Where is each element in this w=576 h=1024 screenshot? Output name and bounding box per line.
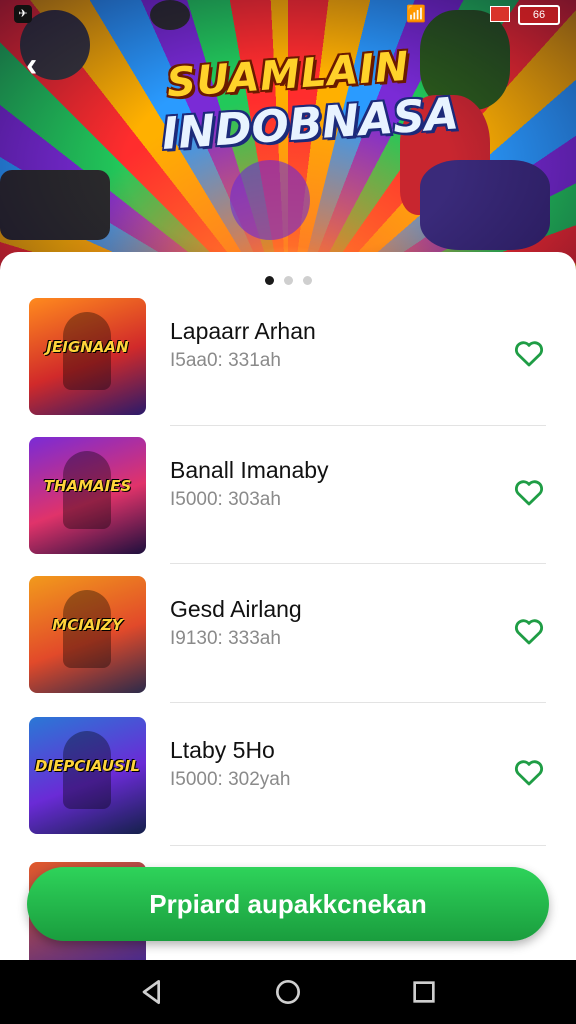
game-title: Ltaby 5Ho xyxy=(170,737,275,763)
hero-title: SUAMLAIN INDOBNASA xyxy=(157,43,460,160)
system-nav-bar xyxy=(0,960,576,1024)
game-subtitle: I5000: 303ah xyxy=(170,489,281,510)
carousel-dot[interactable] xyxy=(264,276,274,285)
thumbnail-text: MCIAIZY xyxy=(52,616,123,634)
divider xyxy=(170,845,546,846)
thumbnail-text: THAMAIES xyxy=(43,477,132,495)
carousel-indicator[interactable] xyxy=(0,276,576,285)
game-list-item[interactable]: JEIGNAAN Lapaarr Arhan I5aa0: 331ah xyxy=(0,298,576,436)
nav-recents-icon[interactable] xyxy=(408,976,440,1008)
heart-icon[interactable] xyxy=(512,755,546,789)
thumbnail-text: JEIGNAAN xyxy=(46,338,129,356)
game-thumbnail[interactable]: JEIGNAAN xyxy=(29,298,146,415)
game-title: Banall Imanaby xyxy=(170,457,329,483)
nav-back-icon[interactable] xyxy=(136,976,168,1008)
app-badge-icon: ✈ xyxy=(14,5,32,23)
heart-icon[interactable] xyxy=(512,336,546,370)
game-thumbnail[interactable]: MCIAIZY xyxy=(29,576,146,693)
divider xyxy=(170,563,546,564)
game-thumbnail[interactable]: THAMAIES xyxy=(29,437,146,554)
divider xyxy=(170,425,546,426)
wifi-icon: 📶 xyxy=(406,6,426,23)
game-title: Lapaarr Arhan xyxy=(170,318,316,344)
carousel-dot[interactable] xyxy=(283,276,293,285)
heart-icon[interactable] xyxy=(512,475,546,509)
thumbnail-text: DIEPCIAUSIL xyxy=(35,757,140,775)
game-subtitle: I5000: 302yah xyxy=(170,769,291,790)
game-subtitle: I9130: 333ah xyxy=(170,628,281,649)
game-thumbnail[interactable]: DIEPCIAUSIL xyxy=(29,717,146,834)
status-bar: ✈ 📶 66 xyxy=(0,0,576,28)
game-subtitle: I5aa0: 331ah xyxy=(170,350,281,371)
nav-home-icon[interactable] xyxy=(272,976,304,1008)
battery-icon: 66 xyxy=(518,5,560,25)
heart-icon[interactable] xyxy=(512,614,546,648)
divider xyxy=(170,702,546,703)
game-list-item[interactable]: MCIAIZY Gesd Airlang I9130: 333ah xyxy=(0,576,576,714)
back-arrow-icon[interactable]: ‹ xyxy=(26,48,37,82)
game-list-item[interactable]: THAMAIES Banall Imanaby I5000: 303ah xyxy=(0,437,576,575)
notification-icon xyxy=(490,6,510,22)
primary-action-button[interactable]: Prpiard aupakkcnekan xyxy=(27,867,549,941)
game-title: Gesd Airlang xyxy=(170,596,302,622)
carousel-dot[interactable] xyxy=(302,276,312,285)
game-list-item[interactable]: DIEPCIAUSIL Ltaby 5Ho I5000: 302yah xyxy=(0,717,576,855)
